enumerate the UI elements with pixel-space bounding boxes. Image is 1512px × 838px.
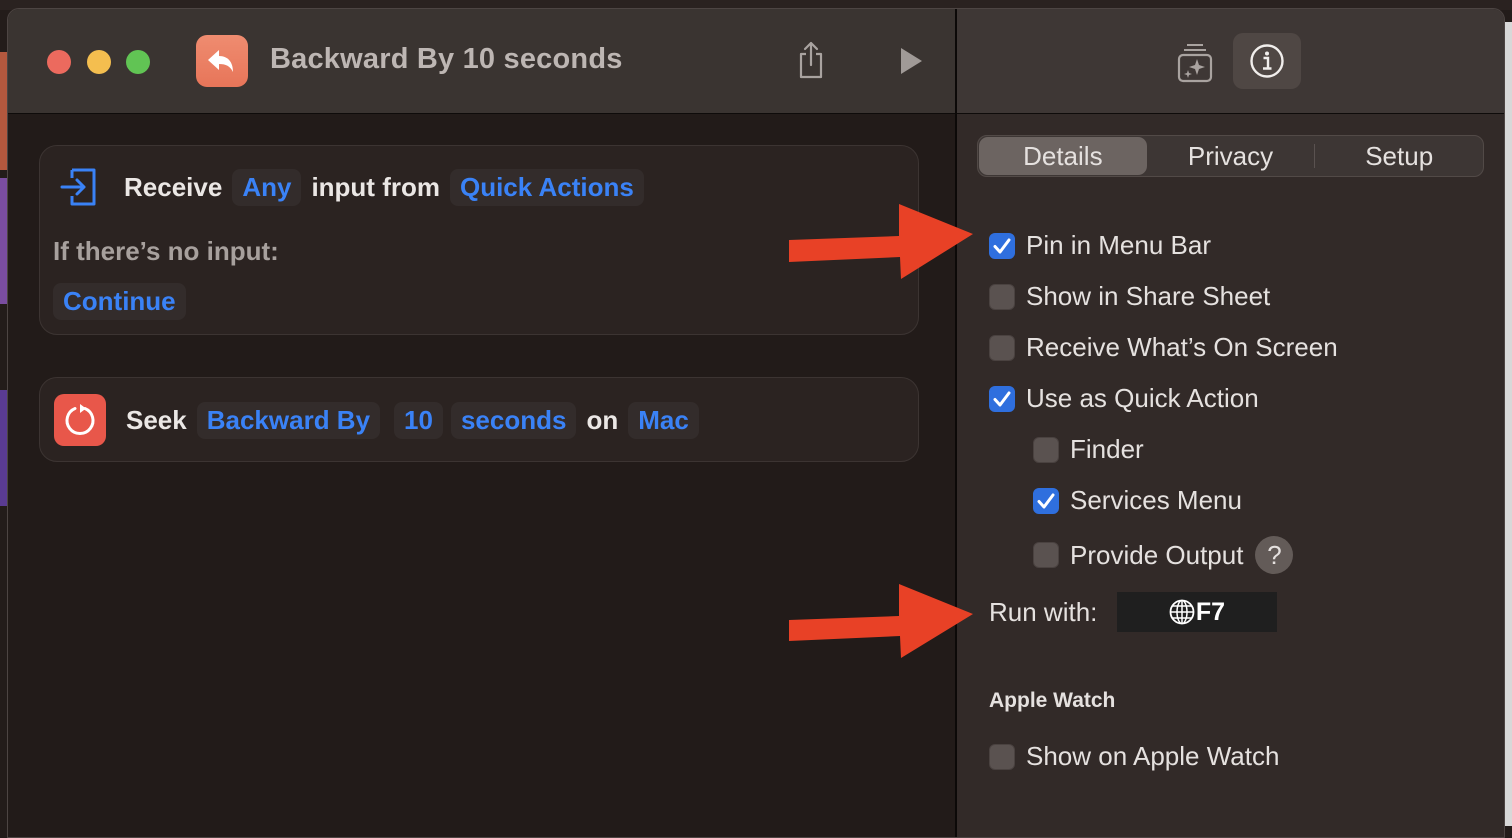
globe-icon	[1169, 599, 1195, 625]
use-as-quick-action-option[interactable]: Use as Quick Action	[989, 383, 1259, 414]
info-icon	[1250, 44, 1284, 78]
action-library-button[interactable]	[1175, 41, 1215, 85]
run-with-label: Run with:	[989, 597, 1098, 627]
title-bar: Backward By 10 seconds	[8, 9, 956, 114]
checkbox[interactable]	[989, 385, 1015, 412]
checkbox[interactable]	[989, 334, 1015, 361]
seek-amount-token[interactable]: 10	[394, 401, 443, 439]
receive-whats-on-screen-option[interactable]: Receive What’s On Screen	[989, 332, 1338, 363]
seek-action-icon	[54, 394, 106, 446]
seek-icon	[65, 404, 95, 435]
window-title[interactable]: Backward By 10 seconds	[270, 43, 623, 76]
sidebar-toolbar	[957, 9, 1504, 114]
sparkle-stack-icon	[1177, 44, 1213, 83]
details-sidebar: Details Privacy Setup Pin in Menu Bar Sho…	[957, 9, 1504, 837]
share-icon	[799, 41, 823, 79]
show-on-apple-watch-option[interactable]: Show on Apple Watch	[989, 741, 1279, 772]
no-input-behavior-token[interactable]: Continue	[53, 283, 186, 320]
reply-arrow-icon	[208, 50, 233, 72]
tab-privacy[interactable]: Privacy	[1147, 137, 1315, 175]
annotation-arrow-run-with	[789, 584, 973, 658]
checkmark-icon	[1037, 493, 1055, 508]
pin-in-menu-bar-option[interactable]: Pin in Menu Bar	[989, 230, 1211, 261]
share-button[interactable]	[794, 39, 828, 81]
annotation-arrow-pin	[789, 204, 973, 279]
info-button[interactable]	[1233, 33, 1301, 89]
play-icon	[901, 48, 922, 74]
no-input-row: Continue	[49, 283, 190, 320]
input-source-token[interactable]: Quick Actions	[449, 168, 644, 206]
option-label: Show in Share Sheet	[1026, 281, 1271, 311]
seek-label: Seek	[126, 404, 187, 435]
close-button[interactable]	[47, 50, 71, 74]
seek-device-token[interactable]: Mac	[628, 401, 699, 439]
receive-label: Receive	[124, 171, 223, 202]
no-input-label: If there’s no input:	[53, 236, 279, 266]
help-button[interactable]: ?	[1255, 536, 1294, 574]
finder-option[interactable]: Finder	[1033, 434, 1144, 465]
apple-watch-heading: Apple Watch	[989, 689, 1116, 712]
keyboard-shortcut-field[interactable]: F7	[1117, 592, 1277, 632]
option-label: Use as Quick Action	[1026, 383, 1259, 413]
zoom-button[interactable]	[126, 50, 150, 74]
checkmark-icon	[993, 238, 1011, 253]
checkbox[interactable]	[989, 232, 1015, 259]
option-label: Services Menu	[1070, 485, 1242, 515]
shortcut-icon-button[interactable]	[196, 35, 248, 87]
option-label: Receive What’s On Screen	[1026, 332, 1338, 362]
receive-input-icon	[60, 168, 96, 206]
option-label: Show on Apple Watch	[1026, 741, 1280, 771]
background-edge	[1504, 22, 1512, 826]
shortcut-key: F7	[1195, 597, 1226, 626]
shortcut-editor-window: Backward By 10 seconds Receive Any input…	[7, 8, 1505, 838]
provide-output-option[interactable]: Provide Output?	[1033, 536, 1294, 574]
input-type-token[interactable]: Any	[232, 168, 302, 206]
minimize-button[interactable]	[87, 50, 111, 74]
checkbox[interactable]	[1033, 542, 1059, 568]
option-label: Pin in Menu Bar	[1026, 230, 1211, 260]
on-label: on	[586, 404, 619, 435]
seek-row: Seek Backward By 10 seconds on Mac	[54, 394, 703, 446]
seek-direction-token[interactable]: Backward By	[196, 401, 381, 439]
tab-setup[interactable]: Setup	[1315, 137, 1483, 175]
services-menu-option[interactable]: Services Menu	[1033, 485, 1242, 516]
seek-unit-token[interactable]: seconds	[450, 401, 577, 439]
checkbox[interactable]	[989, 743, 1015, 770]
run-button[interactable]	[896, 45, 926, 77]
option-label: Finder	[1070, 434, 1144, 464]
receive-row: Receive Any input from Quick Actions	[60, 166, 648, 208]
tab-details[interactable]: Details	[979, 137, 1147, 175]
option-label: Provide Output	[1070, 539, 1244, 570]
seek-action[interactable]: Seek Backward By 10 seconds on Mac	[39, 377, 919, 462]
checkmark-icon	[993, 391, 1011, 406]
details-tab-bar: Details Privacy Setup	[977, 135, 1484, 177]
show-in-share-sheet-option[interactable]: Show in Share Sheet	[989, 281, 1270, 312]
checkbox[interactable]	[989, 283, 1015, 310]
checkbox[interactable]	[1033, 487, 1059, 514]
checkbox[interactable]	[1033, 436, 1059, 463]
input-from-label: input from	[311, 171, 440, 202]
